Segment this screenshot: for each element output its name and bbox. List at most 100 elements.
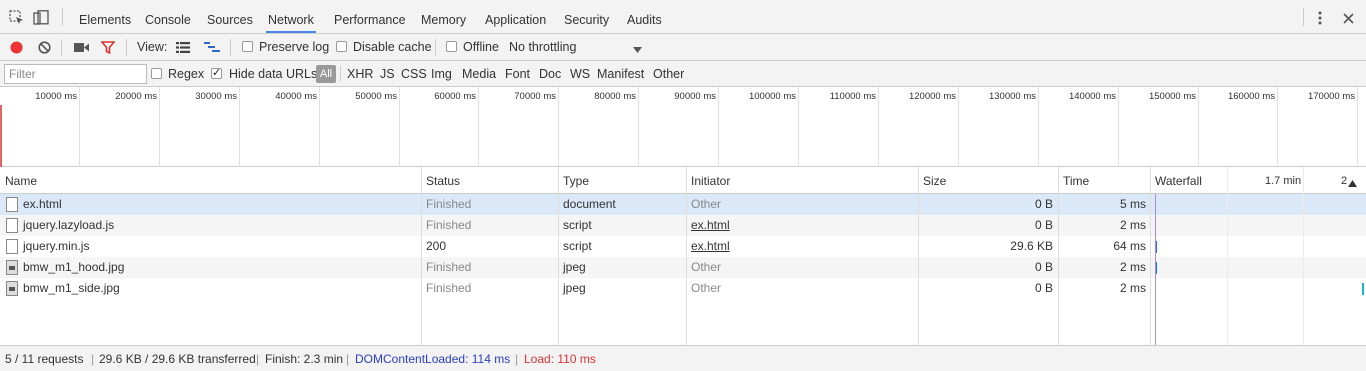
- throttling-select[interactable]: No throttling: [509, 34, 576, 61]
- regex-checkbox[interactable]: [151, 68, 162, 79]
- column-divider[interactable]: [686, 167, 687, 345]
- preserve-log-label: Preserve log: [259, 40, 330, 54]
- offline-label: Offline: [463, 40, 499, 54]
- close-icon[interactable]: [1343, 13, 1354, 27]
- preserve-log-checkbox[interactable]: [242, 41, 253, 52]
- request-size: 0 B: [1034, 218, 1053, 232]
- column-divider[interactable]: [558, 167, 559, 345]
- disable-cache-checkbox[interactable]: [336, 41, 347, 52]
- table-row[interactable]: jquery.min.js 200 script ex.html 29.6 KB 64 m…: [0, 236, 1366, 257]
- requests-table: Name Status Type Initiator Size Time Wat…: [0, 167, 1366, 345]
- divider: |: [91, 352, 95, 366]
- tab-security[interactable]: Security: [562, 0, 611, 33]
- request-initiator[interactable]: ex.html: [691, 215, 730, 236]
- tab-network[interactable]: Network: [266, 0, 316, 33]
- column-divider[interactable]: [1058, 167, 1059, 345]
- divider: |: [515, 352, 519, 366]
- divider: [62, 8, 63, 26]
- column-header-status[interactable]: Status: [426, 167, 460, 195]
- filter-type-all[interactable]: All: [316, 65, 336, 83]
- dom-content-loaded-line: [1155, 194, 1156, 345]
- request-size: 0 B: [1034, 281, 1053, 295]
- request-initiator: Other: [691, 281, 722, 295]
- tab-performance[interactable]: Performance: [332, 0, 408, 33]
- filter-type-css[interactable]: CSS: [401, 61, 427, 87]
- request-type: jpeg: [563, 281, 586, 295]
- request-name: jquery.min.js: [23, 239, 90, 253]
- tab-application[interactable]: Application: [483, 0, 548, 33]
- record-icon[interactable]: [10, 41, 23, 57]
- column-header-type[interactable]: Type: [563, 167, 589, 195]
- column-divider[interactable]: [918, 167, 919, 345]
- view-label: View:: [137, 40, 168, 54]
- hide-data-urls-checkbox[interactable]: [211, 66, 222, 79]
- divider: |: [346, 352, 350, 366]
- divider: [230, 39, 231, 56]
- status-bar: 5 / 11 requests | 29.6 KB / 29.6 KB tran…: [0, 345, 1366, 371]
- column-header-waterfall[interactable]: Waterfall: [1155, 167, 1202, 195]
- tab-console[interactable]: Console: [143, 0, 193, 33]
- video-capture-icon[interactable]: [74, 42, 90, 56]
- table-row[interactable]: jquery.lazyload.js Finished script ex.html 0…: [0, 215, 1366, 236]
- table-row[interactable]: bmw_m1_hood.jpg Finished jpeg Other 0 B 2 ms: [0, 257, 1366, 278]
- filter-icon[interactable]: [100, 41, 116, 57]
- large-rows-icon[interactable]: [176, 42, 190, 56]
- divider: [126, 39, 127, 56]
- request-initiator[interactable]: ex.html: [691, 236, 730, 257]
- filter-type-media[interactable]: Media: [462, 61, 496, 87]
- image-file-icon: [6, 260, 18, 275]
- table-row[interactable]: ex.html Finished document Other 0 B 5 ms: [0, 194, 1366, 215]
- waterfall-gridline: [1303, 167, 1304, 345]
- waterfall-tick-label: 2: [1341, 175, 1348, 187]
- column-header-size[interactable]: Size: [923, 167, 946, 195]
- sort-ascending-icon[interactable]: [1348, 176, 1357, 190]
- filter-type-ws[interactable]: WS: [570, 61, 590, 87]
- request-name: ex.html: [23, 197, 62, 211]
- chevron-down-icon[interactable]: [633, 43, 642, 57]
- tab-elements[interactable]: Elements: [77, 0, 133, 33]
- filter-type-img[interactable]: Img: [431, 61, 452, 87]
- column-divider[interactable]: [421, 167, 422, 345]
- filter-type-other[interactable]: Other: [653, 61, 684, 87]
- finish-time: Finish: 2.3 min: [265, 352, 344, 366]
- column-divider[interactable]: [1150, 167, 1151, 345]
- tab-audits[interactable]: Audits: [625, 0, 664, 33]
- hide-data-urls-label: Hide data URLs: [229, 67, 318, 81]
- regex-label: Regex: [168, 67, 205, 81]
- image-file-icon: [6, 281, 18, 296]
- offline-checkbox[interactable]: [446, 41, 457, 52]
- dom-content-loaded-time: DOMContentLoaded: 114 ms: [355, 352, 511, 366]
- inspect-element-icon[interactable]: [9, 10, 24, 28]
- request-status: Finished: [426, 260, 472, 274]
- tab-sources[interactable]: Sources: [205, 0, 255, 33]
- column-header-initiator[interactable]: Initiator: [691, 167, 730, 195]
- network-overview[interactable]: 10000 ms 20000 ms 30000 ms 40000 ms 50000 ms…: [0, 87, 1366, 167]
- column-header-time[interactable]: Time: [1063, 167, 1089, 195]
- overview-icon[interactable]: [204, 42, 220, 56]
- tab-memory[interactable]: Memory: [419, 0, 468, 33]
- request-count: 5 / 11 requests: [5, 352, 84, 366]
- table-row[interactable]: bmw_m1_side.jpg Finished jpeg Other 0 B 2 ms: [0, 278, 1366, 299]
- filter-type-js[interactable]: JS: [380, 61, 395, 87]
- request-type: document: [563, 197, 616, 211]
- table-header: Name Status Type Initiator Size Time Wat…: [0, 167, 1366, 194]
- network-toolbar: View: Preserve log Disable cache Offline…: [0, 34, 1366, 61]
- filter-bar: Regex Hide data URLs All XHR JS CSS Img …: [0, 61, 1366, 87]
- filter-type-manifest[interactable]: Manifest: [597, 61, 644, 87]
- divider: [61, 39, 62, 56]
- filter-type-xhr[interactable]: XHR: [347, 61, 373, 87]
- request-status: Finished: [426, 281, 472, 295]
- waterfall-tick-label: 1.7 min: [1265, 175, 1302, 187]
- device-toolbar-icon[interactable]: [33, 10, 49, 28]
- more-options-icon[interactable]: [1317, 11, 1323, 28]
- request-type: script: [563, 239, 592, 253]
- filter-type-doc[interactable]: Doc: [539, 61, 561, 87]
- request-status: Finished: [426, 218, 472, 232]
- filter-type-font[interactable]: Font: [505, 61, 530, 87]
- clear-icon[interactable]: [38, 41, 51, 57]
- filter-input[interactable]: [4, 64, 147, 84]
- document-file-icon: [6, 218, 18, 233]
- waterfall-bar: [1362, 283, 1364, 295]
- request-type: jpeg: [563, 260, 586, 274]
- column-header-name[interactable]: Name: [5, 167, 37, 195]
